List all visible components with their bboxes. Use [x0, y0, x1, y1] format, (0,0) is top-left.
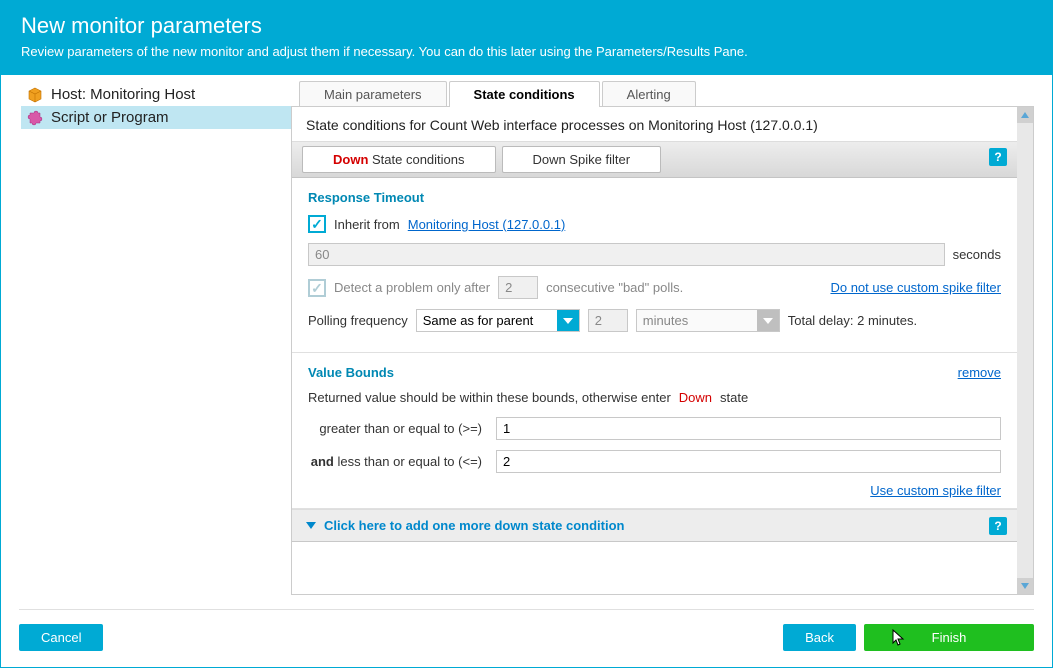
- puzzle-icon: [27, 110, 43, 126]
- section-title-response-timeout: Response Timeout: [308, 190, 1001, 205]
- subtab-down-spike[interactable]: Down Spike filter: [502, 146, 662, 173]
- tab-alerting[interactable]: Alerting: [602, 81, 696, 107]
- total-delay-label: Total delay: 2 minutes.: [788, 313, 917, 328]
- tab-bar: Main parameters State conditions Alertin…: [291, 81, 1034, 107]
- chevron-down-icon: [306, 522, 316, 529]
- wizard-header: New monitor parameters Review parameters…: [1, 1, 1052, 75]
- tab-state-conditions[interactable]: State conditions: [449, 81, 600, 107]
- remove-link[interactable]: remove: [958, 365, 1001, 380]
- bounds-intro-post: state: [720, 390, 748, 405]
- state-conditions-panel: State conditions for Count Web interface…: [291, 106, 1034, 595]
- wizard-footer: Cancel Back Finish: [19, 609, 1034, 667]
- detect-row: Detect a problem only after consecutive …: [308, 276, 1001, 299]
- gte-label: greater than or equal to (>=): [308, 421, 488, 436]
- bounds-intro-down: Down: [679, 390, 712, 405]
- finish-label: Finish: [932, 630, 967, 645]
- inherit-row: Inherit from Monitoring Host (127.0.0.1): [308, 215, 1001, 233]
- lte-label: and less than or equal to (<=): [308, 454, 488, 469]
- inherit-label: Inherit from: [334, 217, 400, 232]
- cursor-icon: [892, 629, 906, 647]
- host-icon: [27, 87, 43, 103]
- polling-label: Polling frequency: [308, 313, 408, 328]
- back-button[interactable]: Back: [783, 624, 856, 651]
- add-condition-bar[interactable]: Click here to add one more down state co…: [292, 509, 1017, 542]
- value-bounds-section: Value Bounds remove Returned value shoul…: [292, 353, 1017, 509]
- response-timeout-section: Response Timeout Inherit from Monitoring…: [292, 178, 1017, 353]
- cancel-button[interactable]: Cancel: [19, 624, 103, 651]
- page-title: New monitor parameters: [21, 13, 1032, 39]
- polling-unit-select: [636, 309, 780, 332]
- panel-content: State conditions for Count Web interface…: [292, 107, 1017, 594]
- chevron-down-icon: [757, 310, 779, 331]
- polling-frequency-value: [417, 310, 557, 331]
- subtab-down-state[interactable]: Down State conditions: [302, 146, 496, 173]
- sidebar-item-script[interactable]: Script or Program: [21, 106, 291, 129]
- down-rest: State conditions: [368, 152, 464, 167]
- detect-label: Detect a problem only after: [334, 280, 490, 295]
- section-title-value-bounds: Value Bounds: [308, 365, 394, 380]
- no-spike-filter-link[interactable]: Do not use custom spike filter: [830, 280, 1001, 295]
- sidebar-item-label: Script or Program: [51, 109, 169, 126]
- tab-main-parameters[interactable]: Main parameters: [299, 81, 447, 107]
- custom-spike-row: Use custom spike filter: [308, 483, 1001, 498]
- detect-count-input: [498, 276, 538, 299]
- page-subtitle: Review parameters of the new monitor and…: [21, 43, 1032, 61]
- inherit-link[interactable]: Monitoring Host (127.0.0.1): [408, 217, 566, 232]
- wizard-body: Host: Monitoring Host Script or Program …: [1, 75, 1052, 595]
- timeout-input: [308, 243, 945, 266]
- use-custom-spike-link[interactable]: Use custom spike filter: [870, 483, 1001, 498]
- help-icon[interactable]: ?: [989, 148, 1007, 166]
- chevron-down-icon[interactable]: [557, 310, 579, 331]
- subtab-bar: Down State conditions Down Spike filter …: [292, 141, 1017, 178]
- bounds-intro: Returned value should be within these bo…: [308, 390, 1001, 405]
- finish-button[interactable]: Finish: [864, 624, 1034, 651]
- scroll-track[interactable]: [1017, 123, 1033, 578]
- polling-unit-value: [637, 310, 757, 331]
- panel-title: State conditions for Count Web interface…: [292, 107, 1017, 141]
- polling-frequency-select[interactable]: [416, 309, 580, 332]
- timeout-row: seconds: [308, 243, 1001, 266]
- lte-input[interactable]: [496, 450, 1001, 473]
- lte-row: and less than or equal to (<=): [308, 450, 1001, 473]
- gte-row: greater than or equal to (>=): [308, 417, 1001, 440]
- polling-row: Polling frequency Total delay: 2 minutes…: [308, 309, 1001, 332]
- bounds-intro-pre: Returned value should be within these bo…: [308, 390, 671, 405]
- detect-checkbox: [308, 279, 326, 297]
- detect-suffix: consecutive "bad" polls.: [546, 280, 683, 295]
- sidebar-item-host[interactable]: Host: Monitoring Host: [21, 83, 291, 106]
- inherit-checkbox[interactable]: [308, 215, 326, 233]
- sidebar-item-label: Host: Monitoring Host: [51, 86, 195, 103]
- wizard-window: New monitor parameters Review parameters…: [0, 0, 1053, 668]
- help-icon[interactable]: ?: [989, 517, 1007, 535]
- scroll-up-icon[interactable]: [1017, 107, 1033, 123]
- polling-interval-input: [588, 309, 628, 332]
- scrollbar[interactable]: [1017, 107, 1033, 594]
- wizard-sidebar: Host: Monitoring Host Script or Program: [1, 75, 291, 595]
- add-condition-link[interactable]: Click here to add one more down state co…: [324, 518, 624, 533]
- main-area: Main parameters State conditions Alertin…: [291, 75, 1052, 595]
- gte-input[interactable]: [496, 417, 1001, 440]
- down-word: Down: [333, 152, 368, 167]
- scroll-down-icon[interactable]: [1017, 578, 1033, 594]
- timeout-unit: seconds: [953, 247, 1001, 262]
